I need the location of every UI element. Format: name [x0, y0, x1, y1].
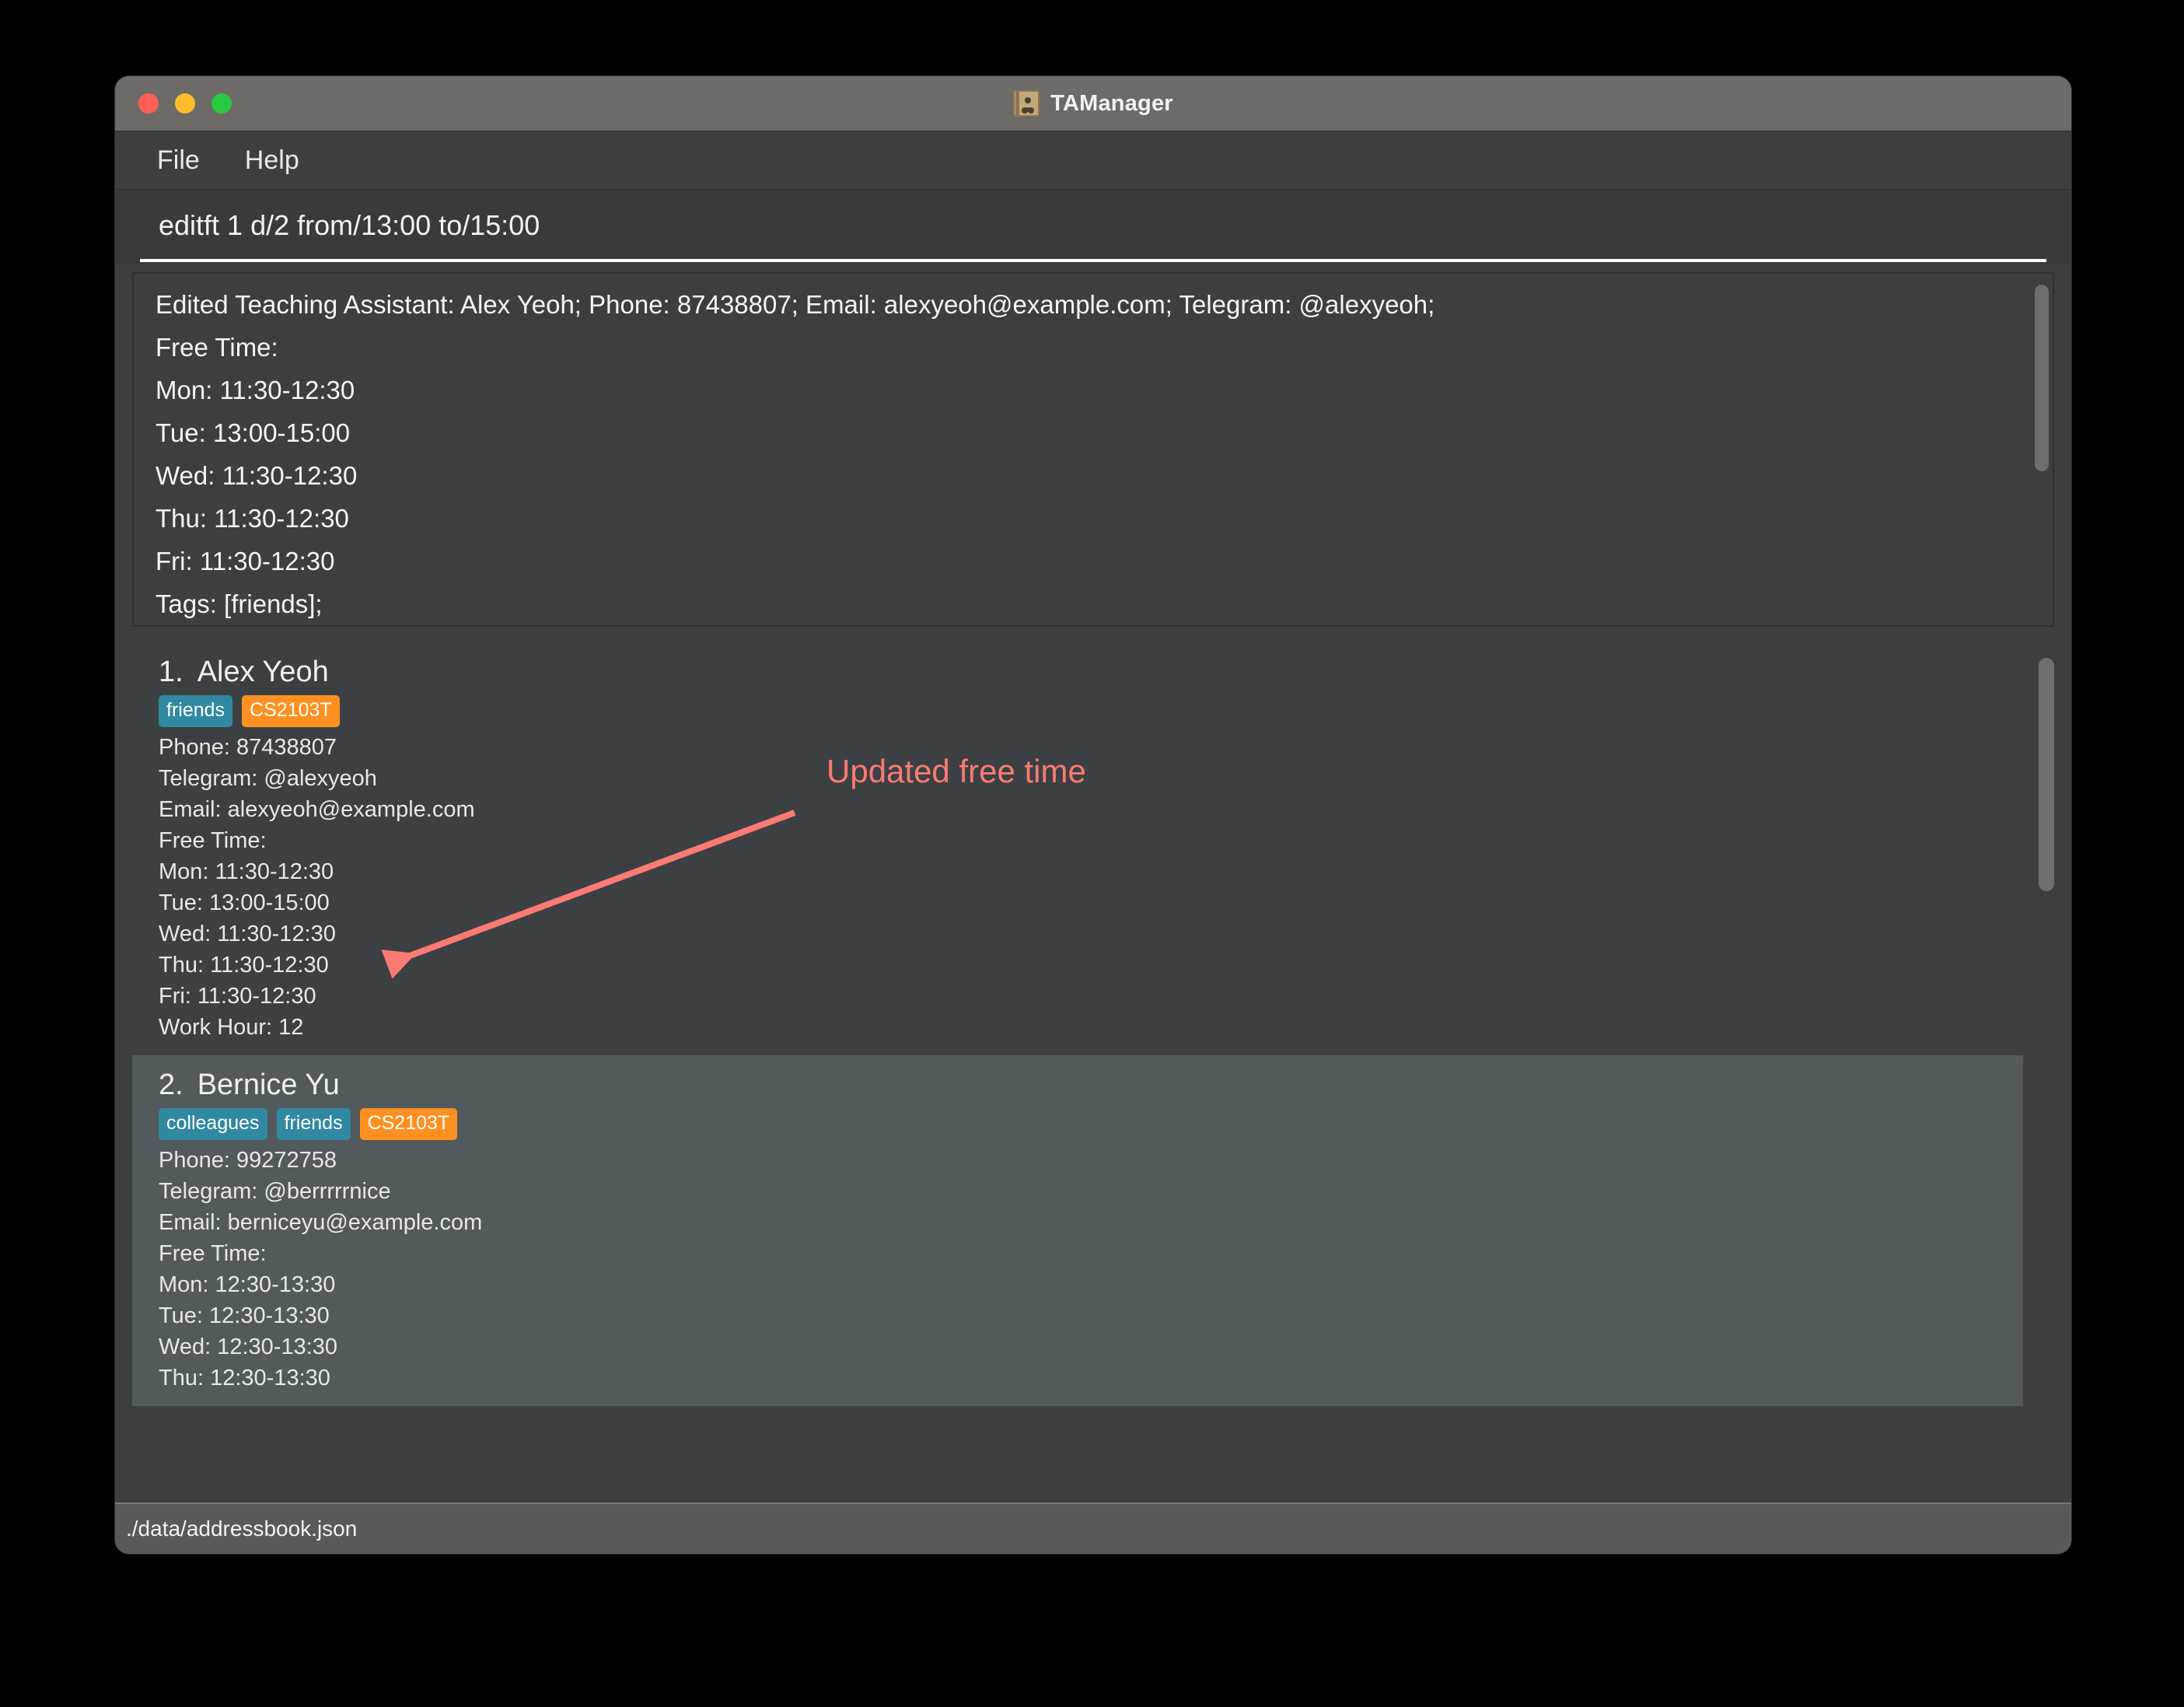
result-display-container: Edited Teaching Assistant: Alex Yeoh; Ph… — [115, 264, 2071, 638]
person-detail-line: Free Time: — [159, 1241, 267, 1266]
status-bar-file-path: ./data/addressbook.json — [126, 1516, 358, 1541]
tag-badge: CS2103T — [242, 695, 340, 727]
command-input[interactable]: editft 1 d/2 from/13:00 to/15:00 — [140, 192, 2046, 262]
person-detail-line: Email: alexyeoh@example.com — [159, 797, 475, 822]
menu-bar: File Help — [115, 131, 2071, 190]
person-detail-line: Mon: 11:30-12:30 — [159, 859, 334, 884]
result-line: Thu: 11:30-12:30 — [156, 504, 349, 533]
command-box-container: editft 1 d/2 from/13:00 to/15:00 — [115, 190, 2071, 264]
close-window-button[interactable] — [138, 93, 159, 114]
person-name-text: Bernice Yu — [197, 1069, 340, 1101]
menu-item-file[interactable]: File — [143, 141, 214, 180]
result-line: Wed: 11:30-12:30 — [156, 461, 358, 490]
person-detail-line: Mon: 12:30-13:30 — [159, 1272, 336, 1297]
app-window: TAManager File Help editft 1 d/2 from/13… — [115, 76, 2071, 1554]
person-detail-line: Work Hour: 12 — [159, 1015, 304, 1040]
person-card[interactable]: 1. Alex Yeoh friends CS2103T Phone: 87438807… — [132, 642, 2023, 1055]
person-name: 2. Bernice Yu — [159, 1066, 2023, 1104]
result-line: Fri: 11:30-12:30 — [156, 547, 335, 575]
person-detail-line: Telegram: @alexyeoh — [159, 766, 377, 791]
person-detail-line: Free Time: — [159, 828, 267, 853]
window-title-group: TAManager — [115, 76, 2071, 131]
result-display: Edited Teaching Assistant: Alex Yeoh; Ph… — [132, 272, 2054, 627]
person-index: 1. — [159, 656, 183, 688]
result-line: Edited Teaching Assistant: Alex Yeoh; Ph… — [156, 290, 1435, 319]
tag-badge: friends — [159, 695, 233, 727]
window-title: TAManager — [1050, 90, 1173, 116]
command-input-value: editft 1 d/2 from/13:00 to/15:00 — [159, 209, 540, 241]
person-detail-line: Thu: 12:30-13:30 — [159, 1366, 330, 1390]
tag-badge: colleagues — [159, 1108, 267, 1140]
result-display-text: Edited Teaching Assistant: Alex Yeoh; Ph… — [156, 283, 2053, 625]
result-line: Free Time: — [156, 333, 278, 362]
result-scrollbar[interactable] — [2031, 274, 2051, 625]
person-detail-line: Wed: 11:30-12:30 — [159, 922, 336, 946]
person-index: 2. — [159, 1069, 183, 1101]
menu-item-help[interactable]: Help — [231, 141, 313, 180]
tag-row: friends CS2103T — [159, 695, 2023, 727]
result-line: Tags: [friends]; — [156, 589, 323, 618]
person-list[interactable]: 1. Alex Yeoh friends CS2103T Phone: 87438807… — [132, 642, 2023, 1498]
person-detail-line: Telegram: @berrrrrnice — [159, 1179, 391, 1204]
person-name: 1. Alex Yeoh — [159, 653, 2023, 691]
person-detail-line: Email: berniceyu@example.com — [159, 1210, 483, 1235]
result-scrollbar-thumb[interactable] — [2035, 285, 2049, 471]
person-detail-line: Fri: 11:30-12:30 — [159, 984, 316, 1009]
person-detail-line: Tue: 12:30-13:30 — [159, 1303, 330, 1328]
person-detail-line: Wed: 12:30-13:30 — [159, 1334, 338, 1359]
tag-row: colleagues friends CS2103T — [159, 1108, 2023, 1140]
window-controls — [138, 93, 232, 114]
status-bar: ./data/addressbook.json — [115, 1502, 2071, 1554]
tag-badge: friends — [276, 1108, 351, 1140]
person-detail-line: Phone: 87438807 — [159, 735, 337, 760]
tag-badge: CS2103T — [359, 1108, 458, 1140]
maximize-window-button[interactable] — [211, 93, 232, 114]
person-card[interactable]: 2. Bernice Yu colleagues friends CS2103T Phon… — [132, 1055, 2023, 1406]
result-line: Mon: 11:30-12:30 — [156, 376, 355, 404]
person-name-text: Alex Yeoh — [197, 656, 329, 688]
minimize-window-button[interactable] — [175, 93, 195, 114]
addressbook-icon — [1013, 90, 1040, 117]
person-list-container: 1. Alex Yeoh friends CS2103T Phone: 87438807… — [115, 638, 2071, 1502]
title-bar: TAManager — [115, 76, 2071, 131]
person-detail-line: Thu: 11:30-12:30 — [159, 953, 329, 978]
person-detail-line: Tue: 13:00-15:00 — [159, 890, 330, 915]
person-list-scrollbar-thumb[interactable] — [2039, 658, 2054, 891]
result-line: Tue: 13:00-15:00 — [156, 418, 351, 447]
person-list-scrollbar[interactable] — [2032, 642, 2059, 1498]
person-detail-line: Phone: 99272758 — [159, 1148, 337, 1173]
